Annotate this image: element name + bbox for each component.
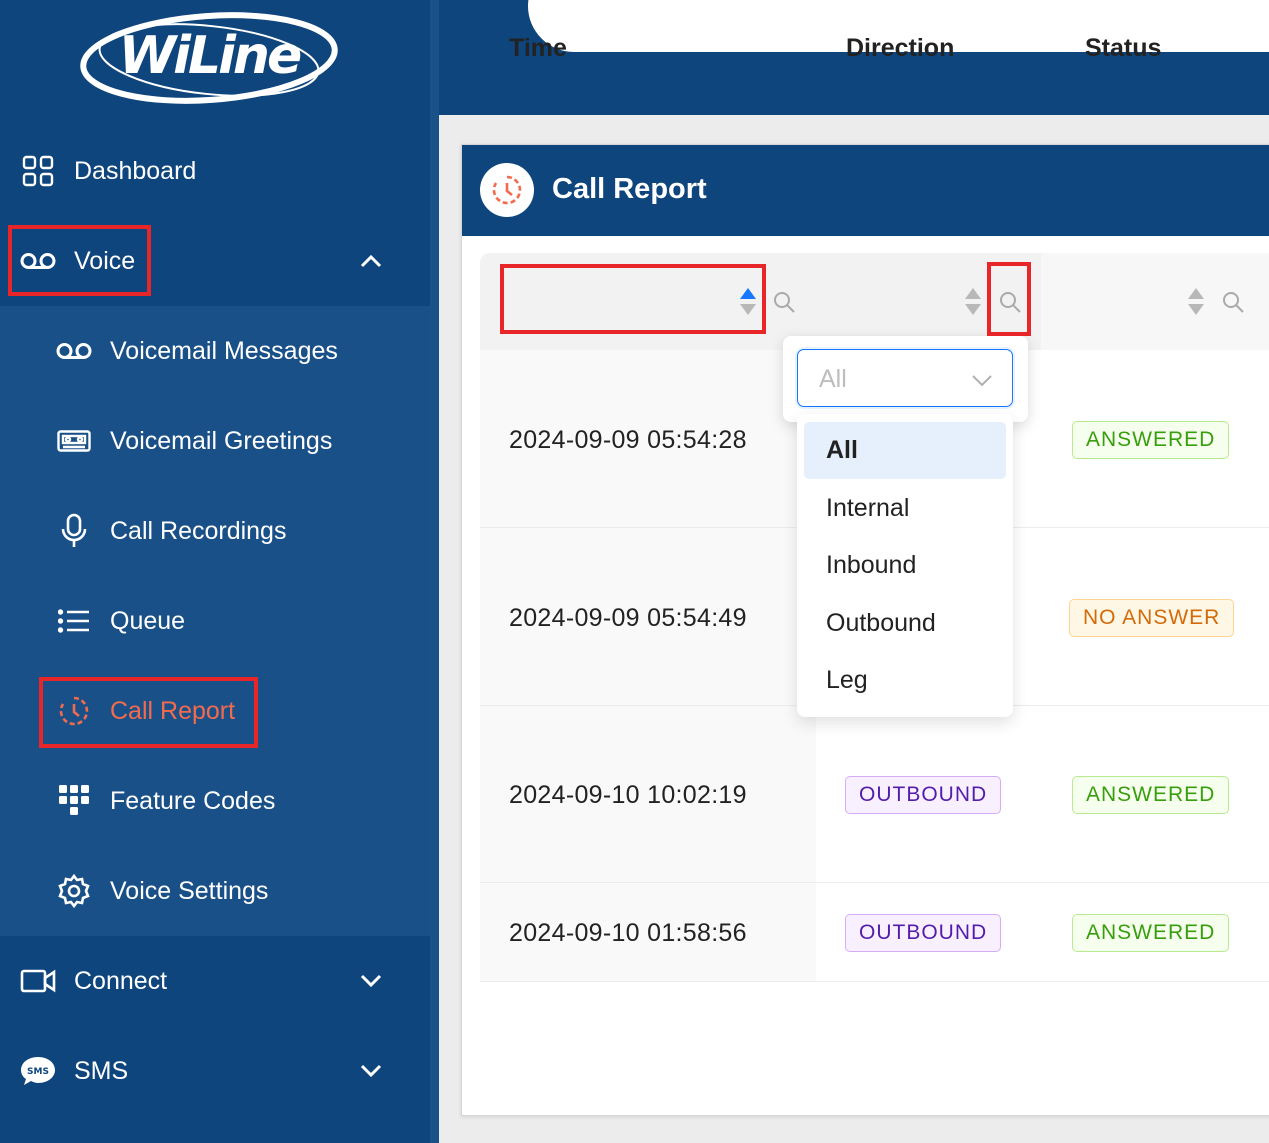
cell-time: 2024-09-09 05:54:49 [509,604,747,632]
status-badge: ANSWERED [1072,914,1230,952]
chevron-down-icon [970,368,994,392]
sort-descending-icon [1188,304,1204,315]
sidebar-item-label: Call Report [110,696,236,725]
sidebar-item-voice[interactable]: Voice [0,216,430,306]
sidebar-item-label: Voice Settings [110,876,269,905]
video-camera-icon [20,963,56,999]
sidebar-item-voicemail-greetings[interactable]: Voicemail Greetings [0,396,430,486]
search-icon[interactable] [772,290,796,314]
status-badge: ANSWERED [1072,776,1230,814]
sidebar-item-label: Dashboard [74,156,197,185]
row-divider [480,882,1269,883]
gear-icon [56,873,92,909]
direction-filter-select[interactable]: All [797,349,1013,407]
sidebar-item-call-report[interactable]: Call Report [0,666,430,756]
status-badge: ANSWERED [1072,421,1230,459]
sidebar-edge [430,0,439,1143]
sort-ascending-icon [1188,288,1204,299]
sidebar-item-voice-settings[interactable]: Voice Settings [0,846,430,936]
direction-badge: OUTBOUND [845,776,1002,814]
select-placeholder: All [819,365,847,393]
history-clock-icon [56,693,92,729]
sidebar-item-label: Queue [110,606,186,635]
dashboard-grid-icon [20,153,56,189]
option-inbound[interactable]: Inbound [804,537,1006,594]
option-outbound[interactable]: Outbound [804,595,1006,652]
svg-text:SMS: SMS [27,1067,49,1077]
wiline-logo[interactable]: WiLine [78,8,340,108]
cell-time: 2024-09-10 10:02:19 [509,781,747,809]
sidebar-item-call-recordings[interactable]: Call Recordings [0,486,430,576]
card-header: Call Report [462,145,1269,236]
option-leg[interactable]: Leg [804,652,1006,709]
sidebar-item-sms[interactable]: SMS SMS [0,1026,430,1116]
sidebar-item-label: Voicemail Messages [110,336,338,365]
sidebar-item-label: Voice [74,246,136,275]
column-header-direction[interactable]: Direction [846,0,954,97]
chevron-down-icon[interactable] [356,1056,386,1086]
sidebar-item-label: Feature Codes [110,786,276,815]
history-clock-icon [480,163,534,217]
chevron-down-icon[interactable] [356,966,386,996]
search-icon[interactable] [998,290,1022,314]
voice-submenu: Voicemail Messages Voicemail Greetings C… [0,306,430,936]
logo-text: WiLine [118,26,302,86]
status-badge: NO ANSWER [1069,599,1235,637]
sidebar-item-label: SMS [74,1056,129,1085]
sort-ascending-icon [965,288,981,299]
option-all[interactable]: All [804,422,1006,479]
sms-bubble-icon: SMS [20,1053,56,1089]
cassette-tape-icon [56,423,92,459]
sidebar-item-label: Voicemail Greetings [110,426,333,455]
column-header-time[interactable]: Time [509,0,567,97]
sidebar-item-queue[interactable]: Queue [0,576,430,666]
voicemail-icon [20,243,56,279]
sort-descending-icon [965,304,981,315]
sort-descending-icon [740,304,756,315]
sort-toggle-direction[interactable] [965,288,981,316]
sidebar: WiLine Dashboard Voice Voicemail Message… [0,0,430,1143]
option-internal[interactable]: Internal [804,480,1006,537]
sidebar-item-dashboard[interactable]: Dashboard [0,126,430,216]
sort-toggle-status[interactable] [1188,288,1204,316]
voicemail-icon [56,333,92,369]
sort-ascending-icon [740,288,756,299]
keypad-icon [56,783,92,819]
column-header-status[interactable]: Status [1085,0,1161,97]
chevron-up-icon[interactable] [356,246,386,276]
sidebar-item-label: Connect [74,966,168,995]
cell-time: 2024-09-09 05:54:28 [509,426,747,454]
row-divider [480,981,1269,982]
sidebar-item-label: Call Recordings [110,516,287,545]
direction-options-list: All Internal Inbound Outbound Leg [797,414,1013,717]
sidebar-item-voicemail-messages[interactable]: Voicemail Messages [0,306,430,396]
search-icon[interactable] [1221,290,1245,314]
cell-time: 2024-09-10 01:58:56 [509,919,747,947]
direction-badge: OUTBOUND [845,914,1002,952]
sidebar-item-feature-codes[interactable]: Feature Codes [0,756,430,846]
card-title: Call Report [552,173,707,205]
microphone-icon [56,513,92,549]
sort-toggle-time[interactable] [740,288,756,316]
list-icon [56,603,92,639]
sidebar-item-connect[interactable]: Connect [0,936,430,1026]
